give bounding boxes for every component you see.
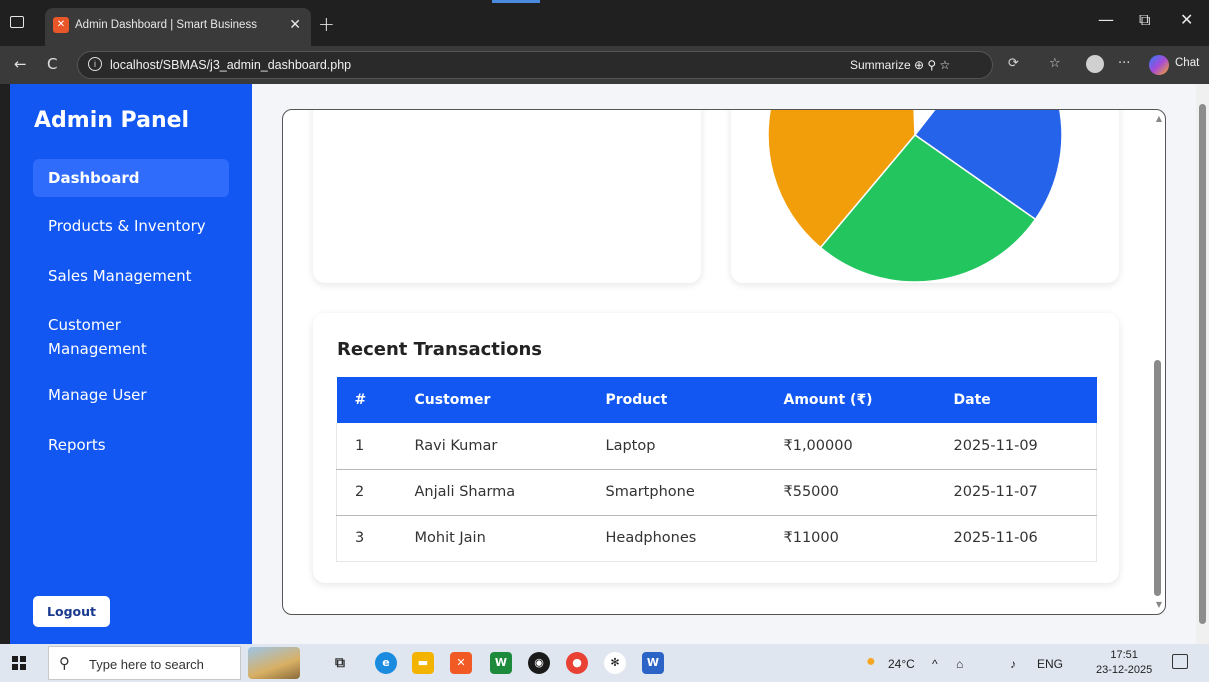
favorites-icon[interactable]: ☆ [1049,56,1061,71]
transactions-card: Recent Transactions # Customer Product A… [313,313,1119,583]
browser-tab-strip: ✕ Admin Dashboard | Smart Business ✕ + —… [0,0,1209,46]
word-icon[interactable]: W [642,652,664,674]
task-view-icon[interactable]: ⧉ [329,652,351,674]
column-header-customer: Customer [396,377,588,423]
profile-avatar[interactable] [1086,55,1104,73]
refresh-button[interactable]: C [47,55,57,73]
cell-product: Smartphone [587,469,766,516]
search-icon: ⚲ [59,654,70,672]
file-explorer-icon[interactable]: ▬ [412,652,434,674]
notification-icon[interactable] [1172,654,1188,669]
column-header-index: # [336,377,397,423]
cell-date: 2025-11-07 [935,469,1097,516]
chatgpt-icon[interactable]: ✻ [604,652,626,674]
cell-amount: ₹55000 [765,469,936,516]
chart-card-pie [731,110,1119,283]
table-row: 3 Mohit Jain Headphones ₹11000 2025-11-0… [336,515,1097,562]
summarize-label: Summarize [850,58,911,72]
back-button[interactable]: ← [14,55,27,73]
github-icon[interactable]: ◉ [528,652,550,674]
language-indicator[interactable]: ENG [1037,657,1063,671]
inner-scrollbar[interactable]: ▲ ▼ [1152,110,1164,614]
taskbar-search-input[interactable]: ⚲ Type here to search [48,646,241,680]
column-header-date: Date [935,377,1097,423]
page-viewport: Admin Panel Dashboard Products & Invento… [10,84,1196,644]
cell-date: 2025-11-09 [935,423,1097,470]
copilot-icon[interactable] [1149,55,1169,75]
new-tab-button[interactable]: + [318,12,335,36]
cell-index: 2 [336,469,397,516]
accent-line [492,0,540,3]
cell-customer: Anjali Sharma [396,469,588,516]
sidebar-item-manage-user[interactable]: Manage User [33,383,229,407]
search-placeholder: Type here to search [89,657,204,672]
w3-app-icon[interactable]: W [490,652,512,674]
url-text: localhost/SBMAS/j3_admin_dashboard.php [110,58,352,72]
transactions-title: Recent Transactions [337,339,542,360]
volume-icon[interactable]: ♪ [1010,657,1016,671]
sidebar-item-reports[interactable]: Reports [33,433,229,457]
cell-product: Headphones [587,515,766,562]
sidebar-item-sales-management[interactable]: Sales Management [33,264,229,288]
page-scrollbar[interactable] [1196,84,1209,644]
cell-customer: Mohit Jain [396,515,588,562]
table-row: 1 Ravi Kumar Laptop ₹1,00000 2025-11-09 [336,423,1097,470]
logout-button[interactable]: Logout [33,596,110,627]
extensions-icon[interactable]: ⟳ [1008,56,1019,71]
temperature[interactable]: 24°C [888,657,915,671]
column-header-product: Product [587,377,766,423]
edge-icon[interactable]: e [375,652,397,674]
scroll-down-icon[interactable]: ▼ [1156,600,1162,609]
chart-card-left [313,110,701,283]
cell-amount: ₹11000 [765,515,936,562]
transactions-table: # Customer Product Amount (₹) Date 1 Rav… [336,377,1097,562]
inner-scroll-thumb[interactable] [1154,360,1161,596]
taskbar: ⚲ Type here to search ⧉ e ▬ ✕ W ◉ ● ✻ W … [0,644,1209,682]
windows-start-icon[interactable] [12,656,26,670]
scroll-up-icon[interactable]: ▲ [1156,114,1162,123]
minimize-button[interactable]: — [1098,10,1114,29]
chat-label[interactable]: Chat [1175,57,1199,69]
tab-close-icon[interactable]: ✕ [289,17,301,33]
news-widget-image[interactable] [248,647,300,679]
chrome-icon[interactable]: ● [566,652,588,674]
sidebar-item-customer-management[interactable]: Customer Management [33,313,183,361]
table-header-row: # Customer Product Amount (₹) Date [336,377,1097,423]
brand-title: Admin Panel [34,108,190,133]
page-scroll-thumb[interactable] [1199,104,1206,624]
cell-date: 2025-11-06 [935,515,1097,562]
window-menu-icon[interactable] [10,16,24,28]
clock-time: 17:51 [1110,649,1138,661]
dashboard-frame: Recent Transactions # Customer Product A… [282,109,1166,615]
more-menu-icon[interactable]: ··· [1118,56,1130,71]
sidebar: Admin Panel Dashboard Products & Invento… [10,84,252,644]
xampp-favicon-icon: ✕ [53,17,69,33]
info-icon[interactable]: i [88,57,102,71]
browser-tab[interactable]: ✕ Admin Dashboard | Smart Business ✕ [45,8,311,46]
cell-amount: ₹1,00000 [765,423,936,470]
summarize-button[interactable]: Summarize ⊕ ⚲ ☆ [850,58,950,72]
restore-button[interactable]: ⧉ [1139,10,1150,30]
cell-index: 3 [336,515,397,562]
address-input[interactable]: i localhost/SBMAS/j3_admin_dashboard.php… [77,51,993,79]
table-row: 2 Anjali Sharma Smartphone ₹55000 2025-1… [336,469,1097,516]
network-icon[interactable]: ⌂ [956,657,963,671]
address-bar-row: ← C i localhost/SBMAS/j3_admin_dashboard… [0,46,1209,84]
xampp-icon[interactable]: ✕ [450,652,472,674]
sidebar-item-products-inventory[interactable]: Products & Inventory [33,214,229,238]
cell-customer: Ravi Kumar [396,423,588,470]
weather-icon: ● [866,653,876,670]
cell-index: 1 [336,423,397,470]
sidebar-item-dashboard[interactable]: Dashboard [33,159,229,197]
pie-chart [767,110,1063,283]
tab-title: Admin Dashboard | Smart Business [75,19,257,31]
close-window-button[interactable]: ✕ [1180,10,1193,29]
cell-product: Laptop [587,423,766,470]
clock-date: 23-12-2025 [1096,664,1153,676]
tray-chevron-icon[interactable]: ^ [932,657,938,671]
column-header-amount: Amount (₹) [765,377,936,423]
clock[interactable]: 17:51 23-12-2025 [1096,648,1152,678]
